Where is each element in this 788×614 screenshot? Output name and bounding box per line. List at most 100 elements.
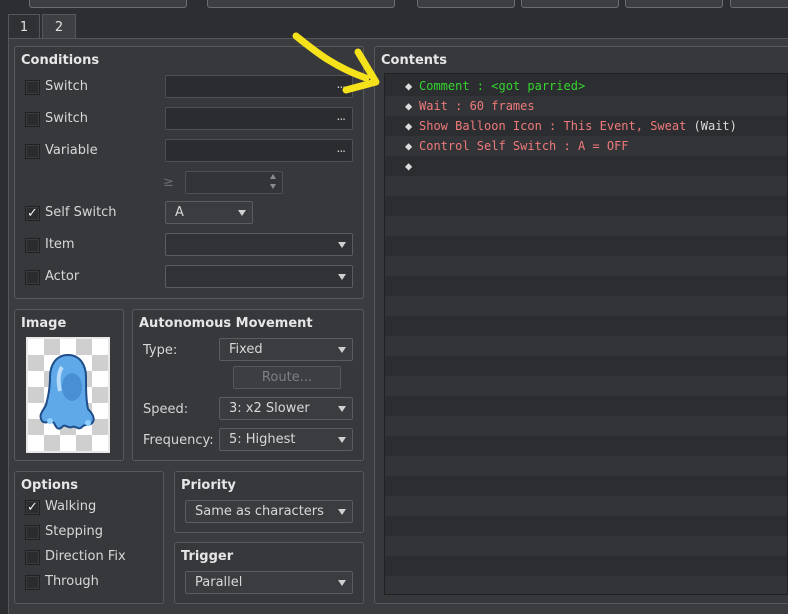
top-button-fragment-5[interactable] xyxy=(625,0,723,8)
self-switch-value: A xyxy=(175,205,184,220)
priority-select[interactable]: Same as characters xyxy=(185,500,353,523)
priority-value: Same as characters xyxy=(195,504,324,519)
actor-label: Actor xyxy=(45,269,80,284)
command-suffix: (Wait) xyxy=(686,119,737,133)
direction-fix-checkbox[interactable] xyxy=(25,550,40,565)
command-text: Wait : 60 frames xyxy=(419,99,535,113)
command-text: Comment : <got parried> xyxy=(419,79,586,93)
switch2-checkbox[interactable] xyxy=(25,112,40,127)
empty-row[interactable] xyxy=(385,216,787,236)
route-button[interactable]: Route... xyxy=(233,366,341,389)
type-label: Type: xyxy=(143,343,178,358)
event-image-preview[interactable] xyxy=(26,337,110,453)
movement-type-value: Fixed xyxy=(229,342,263,357)
through-label: Through xyxy=(45,574,99,589)
self-switch-checkbox[interactable]: ✓ xyxy=(25,206,40,221)
switch1-label: Switch xyxy=(45,79,88,94)
trigger-value: Parallel xyxy=(195,575,243,590)
switch2-browse-button[interactable]: ... xyxy=(337,109,347,123)
actor-select[interactable] xyxy=(165,265,353,288)
command-row[interactable]: ◆ Comment : <got parried> xyxy=(385,76,787,96)
chevron-down-icon xyxy=(338,242,346,248)
stepping-checkbox[interactable] xyxy=(25,525,40,540)
top-button-fragment-3[interactable] xyxy=(417,0,515,8)
variable-operator: ≥ xyxy=(163,175,174,190)
top-button-fragment-6[interactable] xyxy=(730,0,788,8)
top-button-fragment-2[interactable] xyxy=(207,0,395,8)
command-row[interactable]: ◆ Wait : 60 frames xyxy=(385,96,787,116)
trigger-panel: Trigger Parallel xyxy=(174,542,364,604)
top-button-fragment-4[interactable] xyxy=(521,0,619,8)
item-select[interactable] xyxy=(165,233,353,256)
priority-panel: Priority Same as characters xyxy=(174,471,364,533)
options-panel: Options ✓ Walking Stepping Direction Fix… xyxy=(14,471,164,604)
variable-amount-spinner[interactable] xyxy=(185,171,283,194)
chevron-down-icon xyxy=(338,580,346,586)
event-command-list[interactable]: ◆ Comment : <got parried> ◆ Wait : 60 fr… xyxy=(384,73,788,595)
variable-label: Variable xyxy=(45,143,98,158)
command-bullet: ◆ xyxy=(405,139,413,153)
empty-row[interactable] xyxy=(385,296,787,316)
frequency-select[interactable]: 5: Highest xyxy=(219,428,353,451)
tab-page-2[interactable]: 2 xyxy=(42,14,76,40)
variable-browse-button[interactable]: ... xyxy=(337,141,347,155)
command-row[interactable]: ◆ Show Balloon Icon : This Event, Sweat … xyxy=(385,116,787,136)
empty-row[interactable] xyxy=(385,536,787,556)
walking-checkbox[interactable]: ✓ xyxy=(25,500,40,515)
stepping-label: Stepping xyxy=(45,524,103,539)
through-checkbox[interactable] xyxy=(25,575,40,590)
frequency-value: 5: Highest xyxy=(229,432,296,447)
command-bullet: ◆ xyxy=(405,119,413,133)
direction-fix-label: Direction Fix xyxy=(45,549,126,564)
top-button-fragment-1[interactable] xyxy=(29,0,187,8)
variable-field[interactable]: ... xyxy=(165,139,353,162)
chevron-down-icon xyxy=(338,274,346,280)
empty-row[interactable] xyxy=(385,176,787,196)
slime-sprite-icon xyxy=(39,353,95,430)
switch1-checkbox[interactable] xyxy=(25,80,40,95)
conditions-title: Conditions xyxy=(21,53,100,68)
walking-label: Walking xyxy=(45,499,97,514)
item-checkbox[interactable] xyxy=(25,238,40,253)
frequency-label: Frequency: xyxy=(143,433,214,448)
command-text: Show Balloon Icon : This Event, Sweat xyxy=(419,119,687,133)
empty-row[interactable] xyxy=(385,416,787,436)
empty-row[interactable] xyxy=(385,576,787,594)
empty-row[interactable] xyxy=(385,456,787,476)
spinner-up-icon[interactable] xyxy=(270,174,276,179)
chevron-down-icon xyxy=(338,437,346,443)
tab-page-1[interactable]: 1 xyxy=(8,14,40,39)
command-bullet: ◆ xyxy=(405,99,413,113)
speed-label: Speed: xyxy=(143,402,189,417)
empty-row[interactable] xyxy=(385,496,787,516)
movement-type-select[interactable]: Fixed xyxy=(219,338,353,361)
empty-row[interactable] xyxy=(385,256,787,276)
actor-checkbox[interactable] xyxy=(25,270,40,285)
annotation-arrow-icon xyxy=(292,32,380,94)
empty-row[interactable] xyxy=(385,336,787,356)
command-text-wrapper: Show Balloon Icon : This Event, Sweat (W… xyxy=(419,116,737,136)
command-bullet: ◆ xyxy=(405,159,413,173)
command-row-empty[interactable]: ◆ xyxy=(385,156,787,176)
autonomous-movement-panel: Autonomous Movement Type: Fixed Route...… xyxy=(132,309,364,461)
self-switch-select[interactable]: A xyxy=(165,201,253,224)
command-text: Control Self Switch : A = OFF xyxy=(419,139,629,153)
chevron-down-icon xyxy=(238,210,246,216)
spinner-down-icon[interactable] xyxy=(270,184,276,189)
priority-title: Priority xyxy=(181,478,236,493)
trigger-title: Trigger xyxy=(181,549,234,564)
chevron-down-icon xyxy=(338,509,346,515)
variable-checkbox[interactable] xyxy=(25,144,40,159)
switch2-field[interactable]: ... xyxy=(165,107,353,130)
self-switch-label: Self Switch xyxy=(45,205,117,220)
chevron-down-icon xyxy=(338,406,346,412)
switch2-label: Switch xyxy=(45,111,88,126)
command-bullet: ◆ xyxy=(405,79,413,93)
item-label: Item xyxy=(45,237,75,252)
empty-row[interactable] xyxy=(385,376,787,396)
trigger-select[interactable]: Parallel xyxy=(185,571,353,594)
speed-select[interactable]: 3: x2 Slower xyxy=(219,397,353,420)
options-title: Options xyxy=(21,478,78,493)
speed-value: 3: x2 Slower xyxy=(229,401,310,416)
command-row[interactable]: ◆ Control Self Switch : A = OFF xyxy=(385,136,787,156)
